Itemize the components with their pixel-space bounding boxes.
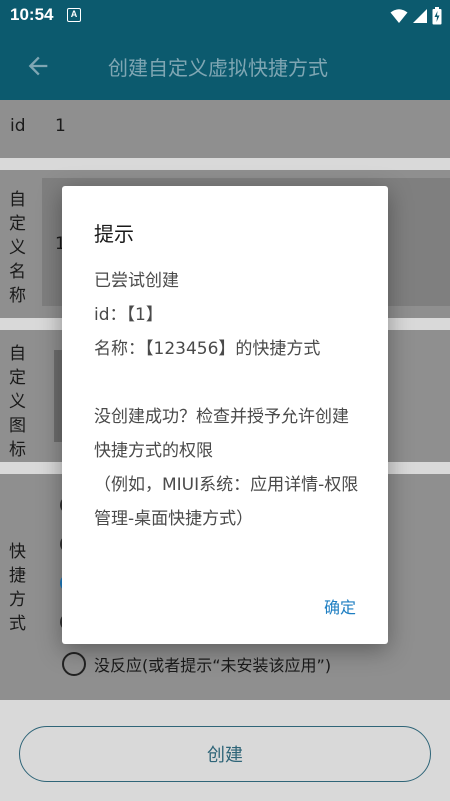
radio-circle[interactable] bbox=[62, 652, 86, 676]
dialog-line: id：【1】 bbox=[94, 305, 163, 325]
create-button[interactable]: 创建 bbox=[19, 726, 431, 782]
radio-option-no-response[interactable]: 没反应(或者提示“未安装该应用”) bbox=[62, 652, 331, 676]
id-value: 1 bbox=[55, 116, 66, 136]
back-arrow-icon[interactable] bbox=[24, 52, 52, 80]
wifi-icon bbox=[390, 9, 408, 23]
icon-label: 自定义图标 bbox=[9, 344, 26, 460]
dialog-line: 名称：【123456】的快捷方式 bbox=[94, 339, 321, 359]
signal-icon bbox=[413, 9, 427, 23]
dialog-line: 没创建成功？检查并授予允许创建快捷方式的权限 bbox=[94, 407, 349, 461]
create-button-label: 创建 bbox=[207, 745, 243, 766]
dialog-title: 提示 bbox=[94, 222, 134, 246]
id-label: id bbox=[10, 116, 26, 136]
radio-label: 没反应(或者提示“未安装该应用”) bbox=[94, 656, 332, 675]
name-label: 自定义名称 bbox=[9, 190, 26, 306]
ok-button[interactable]: 确定 bbox=[324, 594, 356, 618]
page-title: 创建自定义虚拟快捷方式 bbox=[108, 56, 328, 80]
dialog-line bbox=[94, 366, 362, 400]
status-time: 10:54 bbox=[10, 5, 54, 24]
alert-dialog: 提示 已尝试创建 id：【1】 名称：【123456】的快捷方式 没创建成功？检… bbox=[62, 186, 388, 644]
id-row: id 1 bbox=[0, 100, 450, 158]
status-bar: 10:54 A bbox=[0, 0, 450, 32]
dialog-line: 已尝试创建 bbox=[94, 271, 179, 291]
dialog-line: （例如，MIUI系统：应用详情-权限管理-桌面快捷方式） bbox=[94, 475, 359, 529]
battery-icon bbox=[432, 7, 442, 25]
dialog-message: 已尝试创建 id：【1】 名称：【123456】的快捷方式 没创建成功？检查并授… bbox=[94, 264, 362, 536]
a-letter-icon: A bbox=[67, 8, 81, 22]
shortcut-label: 快捷方式 bbox=[9, 542, 26, 634]
app-bar: 创建自定义虚拟快捷方式 bbox=[0, 32, 450, 100]
status-icons bbox=[390, 6, 442, 26]
